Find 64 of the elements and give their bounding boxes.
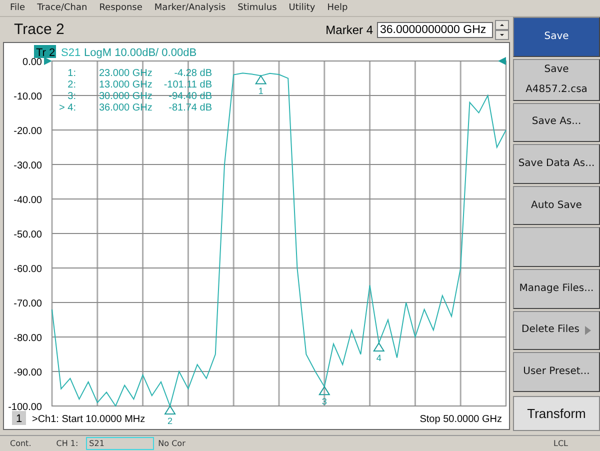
marker-readout-frequency: 23.000 GHz — [99, 68, 152, 79]
softkey[interactable]: Manage Files... — [513, 269, 600, 309]
softkey[interactable]: User Preset... — [513, 352, 600, 392]
blank-softkey[interactable] — [513, 227, 600, 268]
marker-triangle-icon — [164, 405, 176, 414]
channel-label: CH 1: — [56, 439, 78, 448]
marker-readout-value: -4.28 dB — [174, 68, 212, 79]
trace-title: Trace 2 — [14, 21, 66, 38]
marker-triangle-icon — [372, 342, 385, 352]
reference-marker-icon — [498, 57, 506, 65]
y-tick-label: -10.00 — [14, 92, 42, 102]
correction-status: No Cor — [158, 439, 186, 448]
remote-status: LCL — [554, 439, 568, 448]
y-tick-label: -20.00 — [14, 126, 42, 137]
menu-item[interactable]: Trace/Chan — [37, 3, 88, 13]
marker-number: 1 — [258, 86, 264, 96]
marker-readout-frequency: 30.000 GHz — [99, 91, 152, 102]
trace-parameter: S21 — [61, 47, 81, 59]
softkey[interactable]: Auto Save — [513, 186, 600, 226]
y-tick-label: -40.00 — [14, 195, 42, 206]
parameter-field: S21 — [86, 437, 154, 450]
trace-format: LogM 10.00dB/ 0.00dB — [84, 47, 197, 59]
marker-triangle-icon — [318, 386, 330, 396]
marker-input-field[interactable]: 36.0000000000 GHz — [377, 22, 493, 38]
softkey[interactable]: Save As... — [513, 102, 600, 142]
marker-number: 3 — [322, 396, 327, 407]
marker-readout-label: 3: — [68, 91, 76, 102]
menu-item[interactable]: Marker/Analysis — [154, 3, 226, 13]
y-tick-label: -70.00 — [14, 298, 42, 310]
menu-item[interactable]: Response — [99, 3, 142, 13]
marker-readout-label: 1: — [68, 68, 76, 79]
y-tick-label: -60.00 — [14, 264, 42, 275]
start-frequency: >Ch1: Start 10.0000 MHz — [32, 414, 146, 425]
marker-readout-frequency: 13.000 GHz — [99, 80, 152, 90]
spin-up-icon[interactable] — [495, 20, 509, 30]
softkey[interactable]: Save A4857.2.csa — [513, 58, 600, 101]
marker-number: 4 — [376, 353, 382, 363]
y-tick-label: 0.00 — [22, 57, 42, 68]
marker-readout-frequency: 36.000 GHz — [99, 102, 152, 114]
channel-badge: 1 — [12, 411, 26, 425]
marker-number: 2 — [168, 416, 173, 426]
marker-readout-value: -81.74 dB — [168, 102, 212, 114]
softkey[interactable]: Save — [513, 17, 600, 57]
y-tick-label: -50.00 — [14, 230, 42, 240]
y-tick-label: -90.00 — [14, 368, 42, 378]
menu-item[interactable]: File — [10, 3, 26, 13]
menu-item[interactable]: Stimulus — [238, 3, 277, 13]
sweep-mode: Cont. — [10, 439, 32, 448]
softkey[interactable]: Save Data As... — [513, 144, 600, 184]
spin-down-icon[interactable] — [495, 30, 509, 40]
y-tick-label: -80.00 — [14, 333, 42, 344]
menu-item[interactable]: Utility — [288, 3, 316, 13]
y-tick-label: -30.00 — [14, 160, 42, 172]
marker-triangle-icon — [254, 74, 267, 84]
marker-readout-value: -101.11 dB — [164, 80, 212, 90]
y-tick-label: -100.00 — [8, 402, 42, 413]
marker-label: Marker 4 — [326, 22, 373, 36]
softkey[interactable]: Delete Files — [513, 310, 600, 350]
transform-button[interactable]: Transform — [513, 396, 600, 432]
marker-readout-value: -94.40 dB — [168, 91, 212, 102]
menu-item[interactable]: Help — [327, 3, 348, 13]
stop-frequency: Stop 50.0000 GHz — [420, 414, 502, 425]
marker-readout-label: > 4: — [59, 102, 76, 114]
marker-readout-label: 2: — [68, 80, 76, 90]
